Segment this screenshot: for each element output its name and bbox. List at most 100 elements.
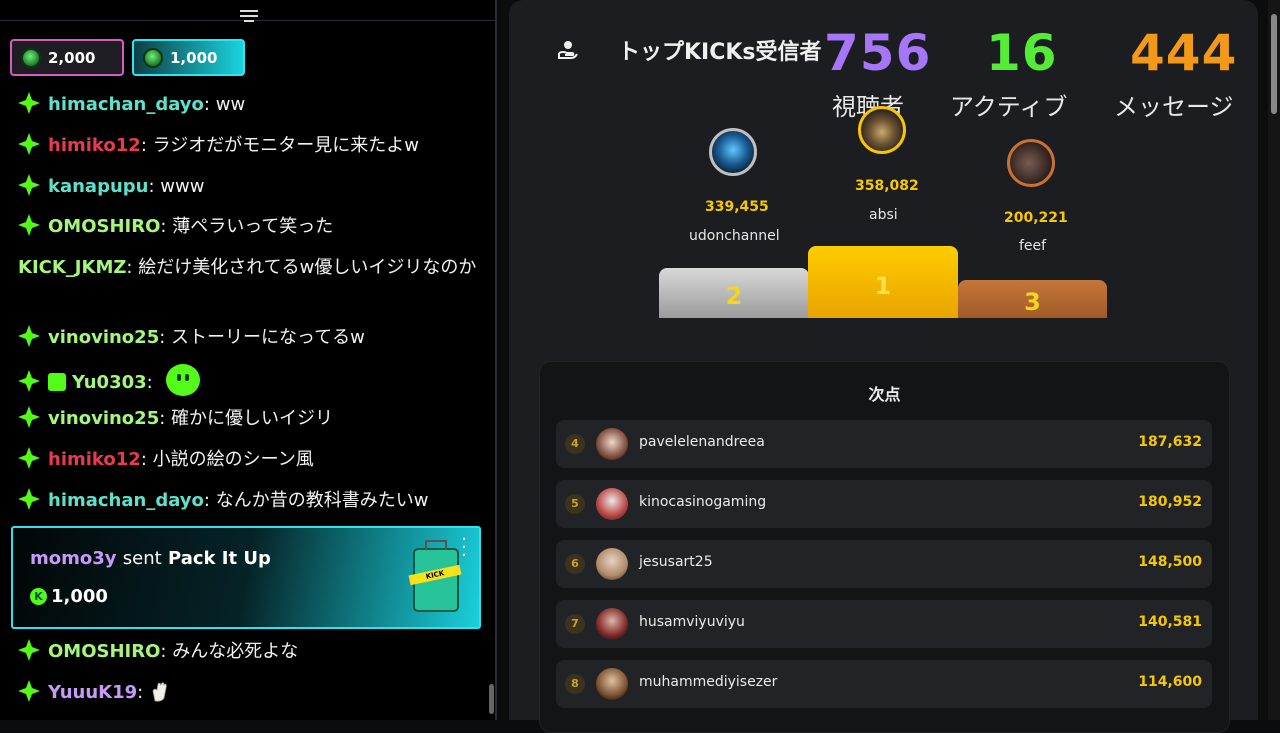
chat-message: YuuuK19: [18, 678, 480, 708]
podium-score-3: 200,221 [1004, 210, 1068, 226]
podium-avatar-3 [1007, 139, 1055, 187]
chat-message: himachan_dayo: なんか昔の教科書みたいw [18, 486, 480, 516]
suitcase-icon: KICK [408, 540, 462, 612]
chat-message: OMOSHIRO: 薄ペラいって笑った [18, 212, 480, 242]
sparkle-badge-icon [18, 92, 40, 114]
kick-coin-icon: K [30, 588, 47, 605]
chat-message: Yu0303: [18, 364, 480, 398]
more-options-icon[interactable]: · · · [461, 531, 467, 565]
pinned-amount: 1,000 [170, 48, 218, 67]
chat-message: KICK_JKMZ: 絵だけ美化されてるw優しいイジリなのか [18, 257, 477, 278]
leaderboard-row[interactable]: 5 kinocasinogaming 180,952 [556, 480, 1212, 528]
hand-coin-icon [558, 41, 578, 59]
row-username: husamviyuviyu [639, 614, 745, 630]
gift-amount: K 1,000 [30, 586, 108, 607]
leaderboard-title: トップKICKs受信者 [618, 40, 822, 65]
kick-coin-icon [143, 47, 163, 68]
chat-message: kanapupu: www [18, 172, 480, 202]
chat-username[interactable]: himachan_dayo [48, 490, 204, 511]
clapping-hand-emote-icon [152, 682, 167, 702]
leaderboard-row[interactable]: 4 pavelelenandreea 187,632 [556, 420, 1212, 468]
chat-username[interactable]: OMOSHIRO [48, 641, 160, 662]
sparkle-badge-icon [18, 488, 40, 510]
chat-message: vinovino25: 確かに優しいイジリ [18, 404, 480, 434]
chat-message: himachan_dayo: ww [18, 90, 480, 120]
podium-avatar-2 [709, 128, 757, 176]
rank-badge: 5 [565, 494, 585, 514]
chat-message: OMOSHIRO: みんな必死よな [18, 637, 480, 667]
podium-name-3: feef [1019, 238, 1047, 254]
pinned-gift-2[interactable]: 1,000 [132, 39, 245, 76]
chat-username[interactable]: himachan_dayo [48, 94, 204, 115]
chat-text: なんか昔の教科書みたいw [215, 490, 429, 511]
sparkle-badge-icon [18, 214, 40, 236]
gift-badge-icon [48, 373, 66, 391]
podium-block-2: 2 [659, 268, 809, 318]
gift-sent-text: sent [122, 548, 162, 569]
chat-text: www [160, 176, 205, 197]
chat-menu-icon[interactable] [240, 10, 258, 26]
page-scrollbar-thumb[interactable] [1271, 14, 1277, 114]
sparkle-badge-icon [18, 447, 40, 469]
messages-count: 444 [1130, 24, 1238, 82]
row-username: pavelelenandreea [639, 434, 765, 450]
chat-username[interactable]: himiko12 [48, 135, 141, 156]
active-label: アクティブ [950, 93, 1068, 121]
leaderboard-row[interactable]: 6 jesusart25 148,500 [556, 540, 1212, 588]
gift-amount-value: 1,000 [51, 586, 108, 607]
row-username: jesusart25 [639, 554, 713, 570]
rank-badge: 4 [565, 434, 585, 454]
avatar [596, 608, 628, 640]
row-score: 114,600 [1138, 674, 1202, 690]
chat-username[interactable]: vinovino25 [48, 408, 159, 429]
leaderboard-row[interactable]: 7 husamviyuviyu 140,581 [556, 600, 1212, 648]
rank-badge: 8 [565, 674, 585, 694]
sparkle-badge-icon [18, 325, 40, 347]
row-score: 187,632 [1138, 434, 1202, 450]
gift-item-name: Pack It Up [168, 548, 271, 569]
avatar [596, 428, 628, 460]
chat-text: ラジオだがモニター見に来たよw [152, 135, 419, 156]
rank-badge: 7 [565, 614, 585, 634]
avatar [596, 668, 628, 700]
chat-text: ww [215, 94, 246, 115]
row-score: 180,952 [1138, 494, 1202, 510]
chat-username[interactable]: kanapupu [48, 176, 148, 197]
chat-username[interactable]: OMOSHIRO [48, 216, 160, 237]
row-username: muhammediyisezer [639, 674, 778, 690]
podium-name-2: udonchannel [689, 228, 780, 244]
chat-text: みんな必死よな [172, 641, 299, 662]
chat-message: himiko12: ラジオだがモニター見に来たよw [18, 131, 480, 161]
sparkle-badge-icon [18, 133, 40, 155]
chat-text: 小説の絵のシーン風 [152, 449, 314, 470]
chat-username[interactable]: vinovino25 [48, 327, 159, 348]
gift-notification-card[interactable]: momo3y sent Pack It Up K 1,000 · · · KICK [11, 526, 481, 629]
chat-text: 薄ペラいって笑った [172, 216, 334, 237]
gift-sender[interactable]: momo3y [30, 548, 117, 569]
runners-up-title: 次点 [868, 385, 901, 404]
chat-scrollbar[interactable] [489, 684, 494, 714]
avatar [596, 548, 628, 580]
kick-coin-icon [21, 47, 41, 68]
podium-score-1: 358,082 [855, 178, 919, 194]
sparkle-badge-icon [18, 370, 40, 392]
pinned-gift-1[interactable]: 2,000 [10, 39, 124, 76]
chat-username[interactable]: KICK_JKMZ [18, 257, 126, 278]
green-face-emote-icon [166, 364, 201, 396]
chat-username[interactable]: himiko12 [48, 449, 141, 470]
row-score: 140,581 [1138, 614, 1202, 630]
messages-label: メッセージ [1114, 93, 1234, 121]
chat-username[interactable]: Yu0303 [72, 372, 147, 393]
sparkle-badge-icon [18, 174, 40, 196]
chat-text: 絵だけ美化されてるw優しいイジリなのか [138, 257, 477, 278]
podium-score-2: 339,455 [705, 199, 769, 215]
podium-name-1: absi [869, 207, 898, 223]
gift-message: momo3y sent Pack It Up [30, 548, 271, 569]
chat-text: ストーリーになってるw [171, 327, 365, 348]
runners-up-panel: 次点 4 pavelelenandreea 187,632 5 kinocasi… [539, 361, 1230, 733]
chat-username[interactable]: YuuuK19 [48, 682, 137, 703]
pinned-amount: 2,000 [48, 48, 96, 67]
leaderboard-row[interactable]: 8 muhammediyisezer 114,600 [556, 660, 1212, 708]
chat-panel: 2,000 1,000 himachan_dayo: ww himiko12: … [0, 0, 497, 720]
active-count: 16 [986, 24, 1058, 82]
